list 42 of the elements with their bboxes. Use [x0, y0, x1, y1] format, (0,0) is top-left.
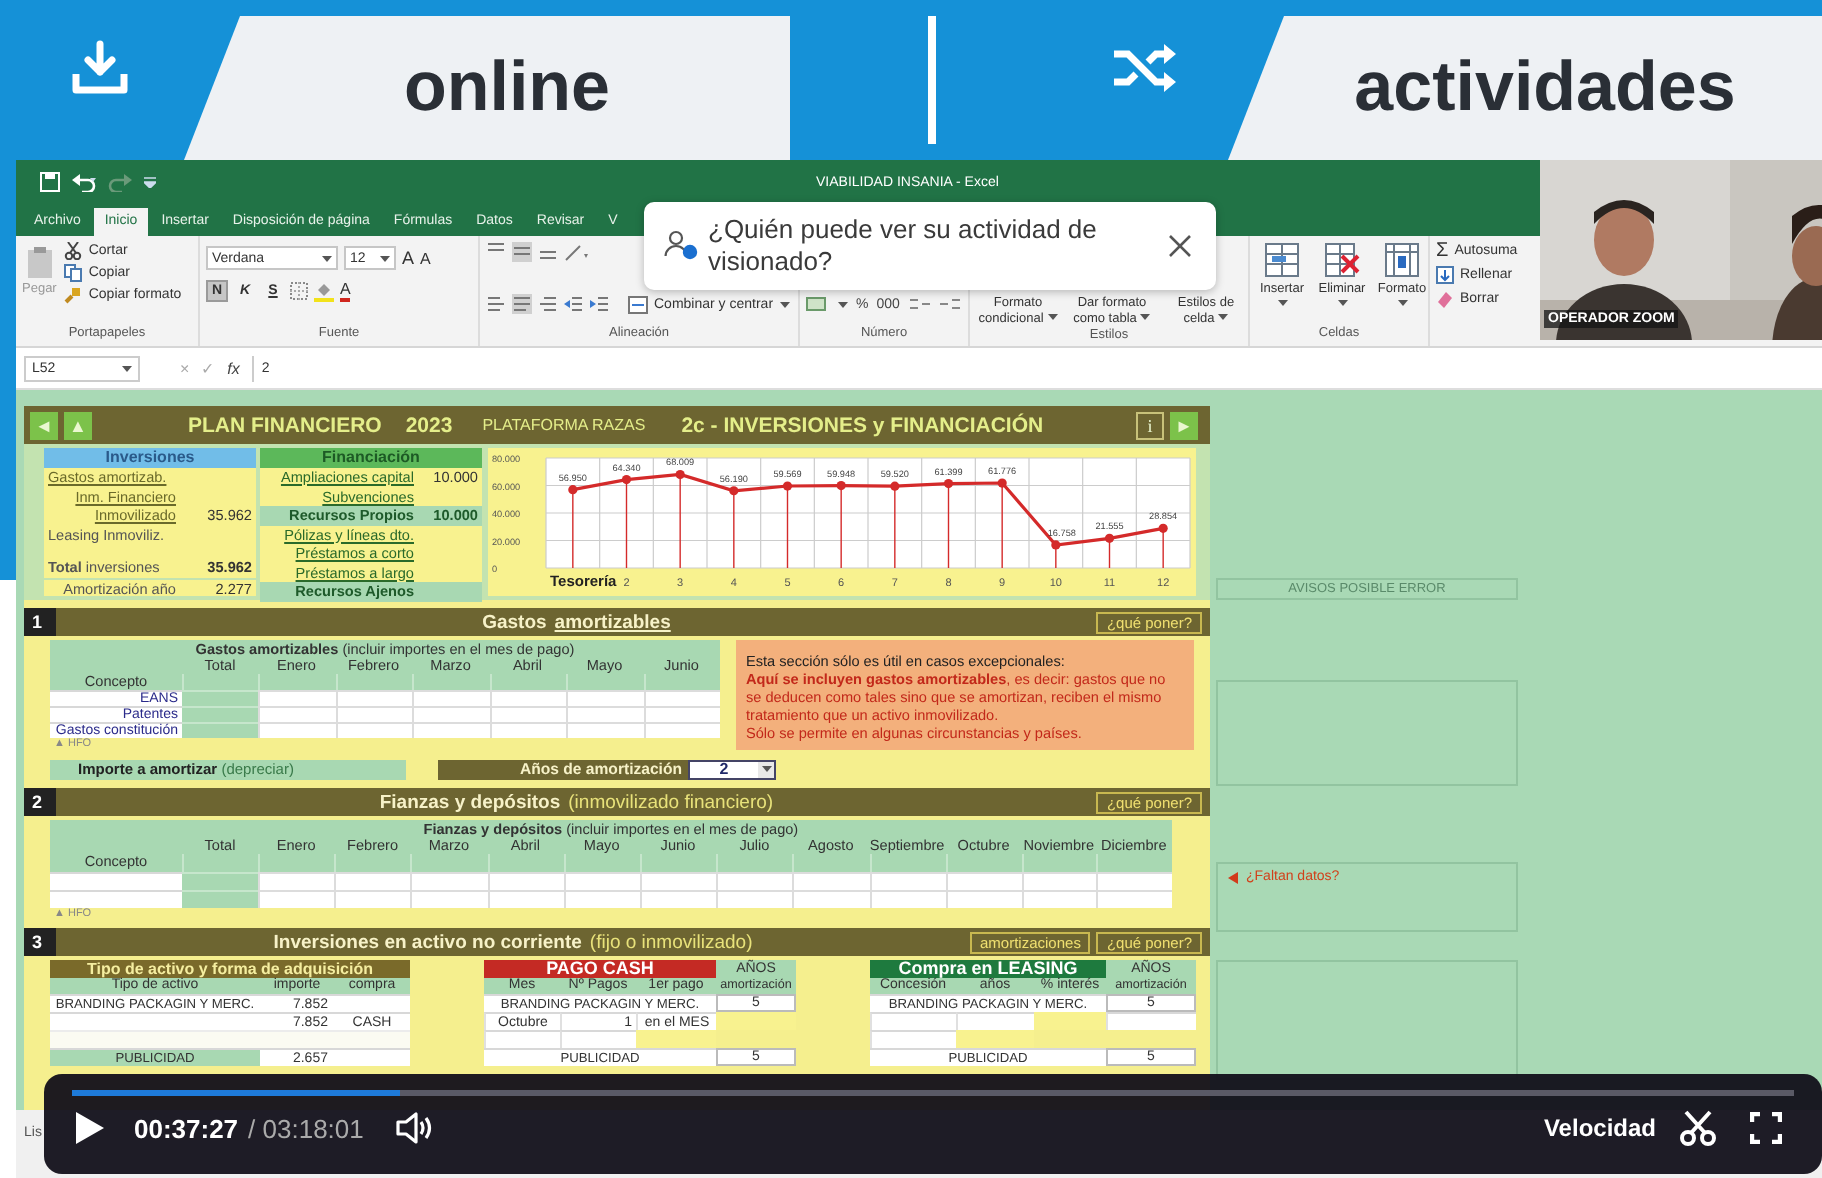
- section-title: Inversiones en activo no corriente: [273, 931, 582, 953]
- duration: / 03:18:01: [248, 1113, 364, 1143]
- title-link[interactable]: amortizables: [554, 611, 671, 633]
- column-header: Inversiones: [44, 448, 256, 468]
- point: [890, 481, 900, 491]
- current-time: 00:37:27: [134, 1113, 239, 1143]
- banner-subtitle: PLATAFORMA RAZAS: [482, 416, 646, 434]
- table-title: PAGO CASH: [484, 960, 716, 978]
- table-title: Compra en LEASING: [870, 960, 1106, 978]
- nav-button[interactable]: i: [1136, 411, 1164, 439]
- point: [782, 481, 793, 491]
- grow-font-button[interactable]: A: [402, 248, 415, 268]
- point: [1051, 540, 1061, 550]
- column-header: Financiación: [260, 448, 482, 468]
- point: [1158, 523, 1168, 533]
- section-number: 2: [24, 788, 56, 816]
- nav-link[interactable]: actividades: [1228, 16, 1822, 160]
- point: [1104, 533, 1115, 543]
- point: [621, 474, 632, 485]
- point: [729, 486, 739, 496]
- banner-title: PLAN FINANCIERO: [188, 413, 382, 437]
- section-title: Fianzas y depósitos: [379, 791, 561, 813]
- section-number: 1: [24, 608, 56, 636]
- point: [675, 469, 685, 480]
- section-number: 3: [24, 928, 56, 956]
- nav-link[interactable]: online: [184, 16, 790, 160]
- table-title: Tipo de activo y forma de adquisición: [50, 960, 410, 978]
- point: [568, 485, 578, 495]
- point: [943, 478, 954, 489]
- section-title: Gastos: [482, 611, 547, 633]
- title-note: (inmovilizado financiero): [568, 791, 774, 813]
- shrink-font-button[interactable]: A: [420, 249, 431, 267]
- banner-section: 2c - INVERSIONES y FINANCIACIÓN: [681, 413, 1044, 437]
- point: [836, 480, 846, 491]
- point: [997, 478, 1007, 488]
- popup-text: ¿Quién puede ver su actividad de visionado?: [708, 214, 1099, 278]
- years-select[interactable]: 2: [688, 759, 776, 779]
- formula-bar-button[interactable]: fx: [227, 359, 240, 377]
- banner-year: 2023: [405, 413, 453, 437]
- speed-button[interactable]: Velocidad: [1543, 1114, 1656, 1142]
- font-color-button[interactable]: A: [340, 281, 351, 301]
- title-note: (fijo o inmovilizado): [589, 931, 753, 953]
